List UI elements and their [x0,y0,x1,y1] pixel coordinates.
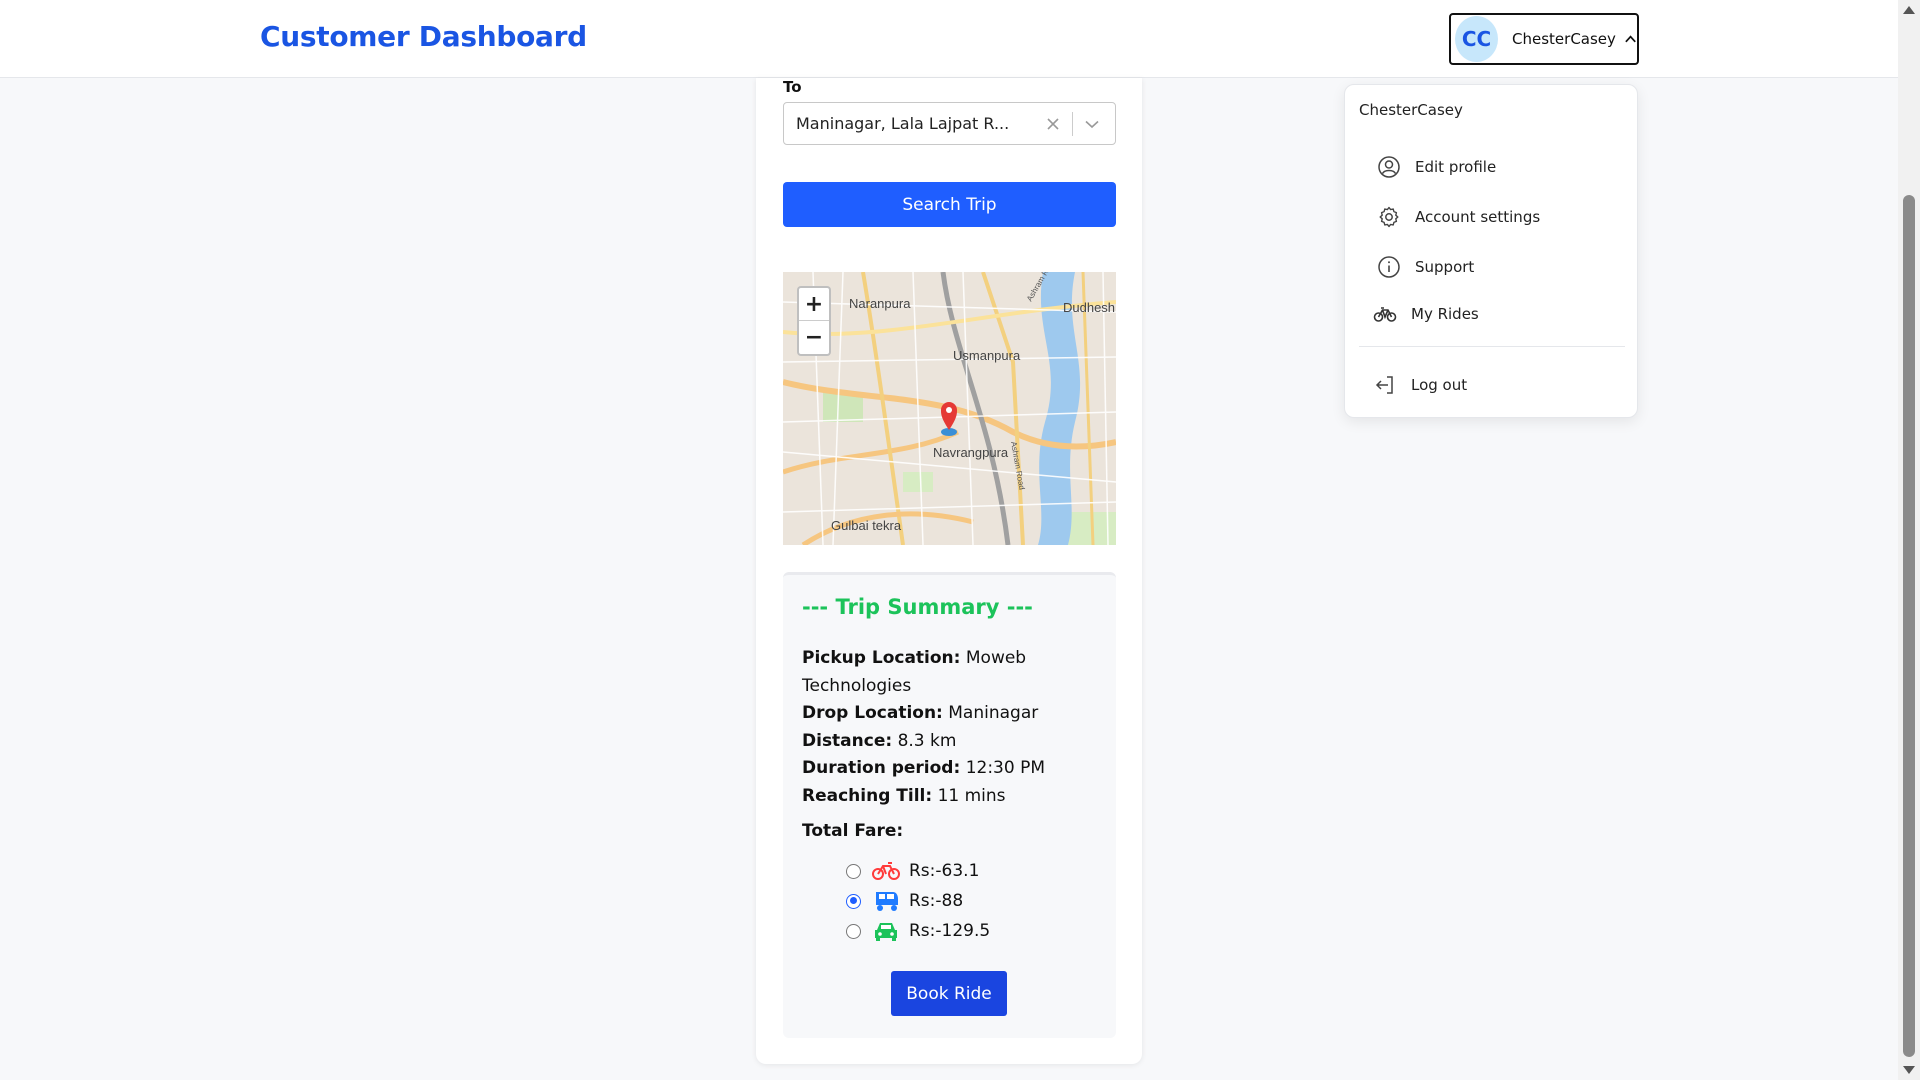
page-scrollbar[interactable] [1898,0,1920,1080]
drop-value: Maninagar [948,703,1039,723]
scroll-thumb[interactable] [1903,195,1915,1057]
dropdown-username: ChesterCasey [1359,101,1463,119]
map-label-dudhesh: Dudhesh [1063,300,1115,315]
info-icon [1378,256,1400,278]
total-fare-label: Total Fare: [802,821,904,841]
book-ride-button[interactable]: Book Ride [891,971,1007,1016]
zoom-in-button[interactable]: + [799,288,829,321]
pickup-row: Pickup Location: Moweb Technologies [802,645,1102,700]
fare-radio-bike[interactable] [846,863,861,879]
distance-row: Distance: 8.3 km [802,728,1102,756]
menu-item-support[interactable]: Support [1377,252,1474,282]
menu-item-my-rides[interactable]: My Rides [1373,299,1479,329]
drop-row: Drop Location: Maninagar [802,700,1102,728]
duration-label: Duration period: [802,758,961,778]
reaching-row: Reaching Till: 11 mins [802,783,1102,811]
to-location-select[interactable]: Maninagar, Lala Lajpat R... [783,102,1116,145]
fare-option-auto[interactable]: Rs:-88 [846,888,963,914]
user-circle-icon [1378,156,1400,178]
user-menu-button[interactable]: CC ChesterCasey [1449,13,1639,65]
logout-icon [1375,376,1393,394]
car-icon [875,923,897,941]
trip-card: To Maninagar, Lala Lajpat R... Search Tr… [756,78,1142,1064]
select-separator [1072,111,1073,136]
duration-value: 12:30 PM [965,758,1046,778]
map[interactable]: Naranpura Usmanpura Navrangpura Gulbai t… [783,272,1116,545]
fare-radio-car[interactable] [846,923,861,939]
reaching-value: 11 mins [937,785,1006,806]
map-tiles: Naranpura Usmanpura Navrangpura Gulbai t… [783,272,1116,545]
map-zoom-control: + − [797,286,831,356]
search-trip-button[interactable]: Search Trip [783,182,1116,227]
gear-icon [1379,206,1399,228]
pickup-label: Pickup Location: [802,648,961,668]
drop-label: Drop Location: [802,703,943,723]
user-name: ChesterCasey [1512,30,1616,48]
trip-summary-details: Pickup Location: Moweb Technologies Drop… [802,645,1102,810]
trip-summary: --- Trip Summary --- Pickup Location: Mo… [783,572,1116,1038]
trip-summary-title: --- Trip Summary --- [802,595,1033,619]
chevron-down-icon[interactable] [1083,115,1101,133]
scroll-down-arrow[interactable] [1903,1066,1915,1074]
clear-icon[interactable] [1042,113,1064,135]
bike-icon [872,862,900,880]
top-bar: Customer Dashboard CC ChesterCasey [0,0,1898,78]
fare-value-car: Rs:-129.5 [909,921,991,941]
fare-value-bike: Rs:-63.1 [909,861,980,881]
menu-item-label: Log out [1411,376,1468,394]
avatar: CC [1455,16,1499,62]
menu-item-label: Support [1415,258,1475,276]
rickshaw-icon [876,892,898,911]
user-dropdown-menu: ChesterCasey Edit profile Account settin… [1344,84,1638,418]
fare-radio-auto[interactable] [846,893,861,909]
to-label: To [783,78,802,96]
zoom-out-button[interactable]: − [799,321,829,354]
menu-item-label: Edit profile [1415,158,1497,176]
fare-option-car[interactable]: Rs:-129.5 [846,918,990,944]
menu-item-edit-profile[interactable]: Edit profile [1377,152,1496,182]
distance-label: Distance: [802,730,893,751]
reaching-label: Reaching Till: [802,785,933,806]
map-label-usmanpura: Usmanpura [953,348,1021,363]
location-pin-icon [941,402,957,436]
duration-row: Duration period: 12:30 PM [802,755,1102,783]
menu-item-label: My Rides [1411,305,1479,323]
map-label-gulbai-tekra: Gulbai tekra [831,518,902,533]
menu-item-log-out[interactable]: Log out [1373,370,1467,400]
chevron-up-icon [1625,35,1636,43]
fare-value-auto: Rs:-88 [909,891,964,911]
menu-item-account-settings[interactable]: Account settings [1377,202,1540,232]
menu-item-label: Account settings [1415,208,1541,226]
divider [1359,346,1625,347]
map-label-navrangpura: Navrangpura [933,445,1009,460]
bicycle-icon [1373,307,1397,322]
distance-value: 8.3 km [897,730,957,751]
to-location-value: Maninagar, Lala Lajpat R... [796,114,1010,133]
page-title: Customer Dashboard [260,20,587,53]
map-label-naranpura: Naranpura [849,296,911,311]
fare-option-bike[interactable]: Rs:-63.1 [846,858,979,884]
scroll-up-arrow[interactable] [1903,6,1915,14]
